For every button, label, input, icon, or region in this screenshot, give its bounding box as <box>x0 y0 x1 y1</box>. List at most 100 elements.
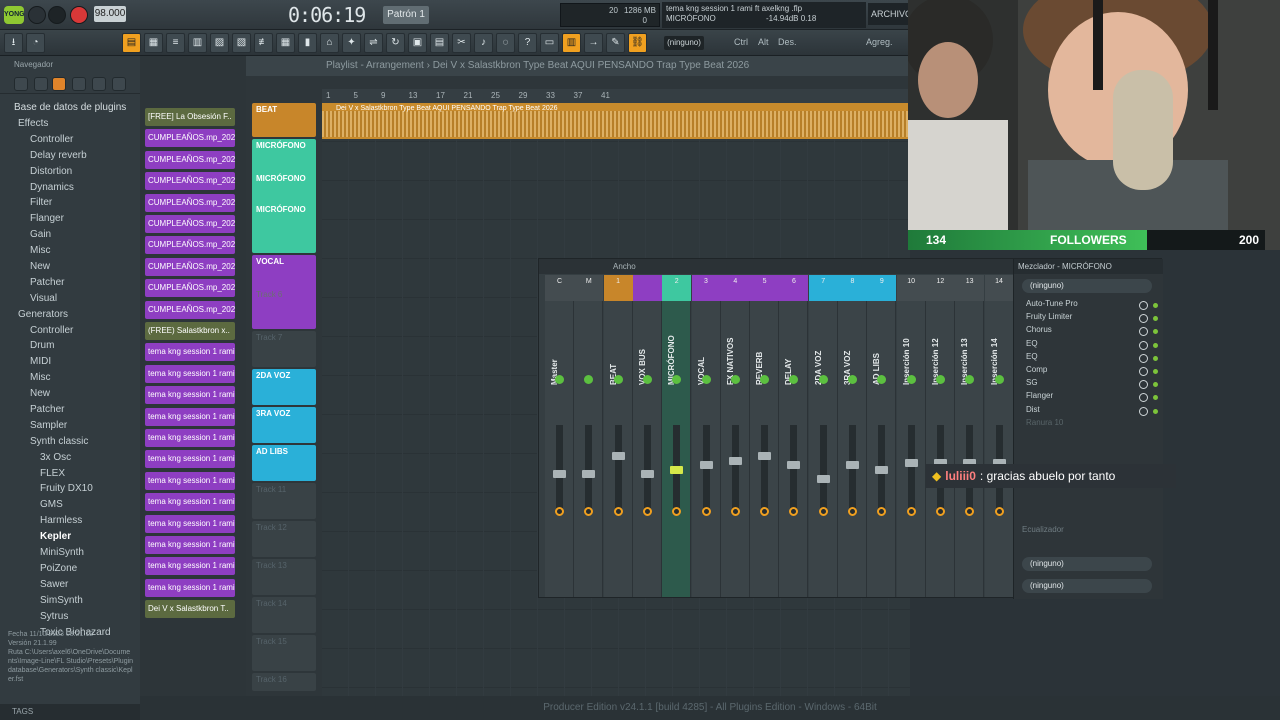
tree-item[interactable]: Generators <box>0 307 140 323</box>
fx-enable-led[interactable] <box>1153 395 1158 401</box>
send-knob[interactable] <box>642 507 652 516</box>
mixer-strip[interactable]: C Master <box>545 275 574 597</box>
send-knob[interactable] <box>555 507 564 516</box>
template-icon[interactable]: ▤ <box>430 33 449 53</box>
pan-knob[interactable] <box>818 375 828 384</box>
clip-item[interactable]: tema kng session 1 rami.. <box>145 514 235 533</box>
clip-item[interactable]: tema kng session 1 rami.. <box>145 557 235 576</box>
toolbar-ctrl[interactable]: Ctrl <box>734 37 748 47</box>
clip-item[interactable]: tema kng session 1 rami.. <box>145 450 235 469</box>
mixer-strip[interactable]: 8 3RA VOZ <box>838 275 867 597</box>
clip-item[interactable]: CUMPLEAÑOS.mp_2026-0.. <box>145 279 235 298</box>
toolbar-agreg[interactable]: Agreg. <box>866 37 893 47</box>
star-icon[interactable] <box>72 77 86 91</box>
tree-item[interactable]: Misc <box>0 370 140 386</box>
tree-item[interactable]: Sawer <box>0 577 140 593</box>
fx-slot[interactable]: Ranura 10 <box>1020 418 1160 431</box>
tree-item[interactable]: FLEX <box>0 466 140 482</box>
tree-item[interactable]: Distortion <box>0 164 140 180</box>
playlist-icon[interactable]: ⇌ <box>364 33 383 53</box>
pan-knob[interactable] <box>935 375 945 384</box>
tool-icon[interactable]: ⭳ <box>4 33 23 53</box>
fx-slot[interactable]: SG <box>1020 378 1160 391</box>
clip-item[interactable]: CUMPLEAÑOS.mp_2026-0.. <box>145 300 235 319</box>
send-knob[interactable] <box>994 507 1004 516</box>
fx-enable-led[interactable] <box>1153 382 1158 388</box>
mixer-strip[interactable]: 9 AD LIBS <box>867 275 897 597</box>
tree-item[interactable]: Sytrus <box>0 609 140 625</box>
clip-item[interactable]: tema kng session 1 rami.. <box>145 429 235 447</box>
volume-fader[interactable] <box>614 425 622 515</box>
toolbar-select[interactable]: (ninguno) <box>664 36 704 50</box>
browser-icon[interactable]: ⌂ <box>320 33 339 53</box>
mixer-strip[interactable]: 4 FX NATIVOS <box>720 275 750 597</box>
tuner-icon[interactable]: ▥ <box>562 33 581 53</box>
clip-item[interactable]: CUMPLEAÑOS.mp_2026-0.. <box>145 193 235 212</box>
volume-fader[interactable] <box>849 425 856 515</box>
tree-item[interactable]: MIDI <box>0 354 140 370</box>
fx-enable-led[interactable] <box>1153 342 1158 348</box>
pattern-song-toggle[interactable] <box>28 6 46 24</box>
tree-item[interactable]: Controller <box>0 323 140 339</box>
clip-item[interactable]: CUMPLEAÑOS.mp_2026-0.. <box>145 172 235 191</box>
tree-item[interactable]: Dynamics <box>0 180 140 196</box>
clip-item[interactable]: tema kng session 1 rami.. <box>145 343 235 362</box>
app-logo[interactable]: YONG <box>4 6 25 24</box>
fx-mix-knob[interactable] <box>1139 314 1148 324</box>
track-header[interactable]: 2DA VOZ <box>252 369 316 405</box>
volume-fader[interactable] <box>790 425 798 515</box>
metronome-icon[interactable]: ◔ <box>26 33 45 53</box>
fx-slot[interactable]: Flanger <box>1020 391 1160 404</box>
fx-slot[interactable]: Comp <box>1020 365 1160 378</box>
pan-knob[interactable] <box>701 375 711 384</box>
plugin-icon[interactable]: ✦ <box>342 33 361 53</box>
mic-icon[interactable]: ♪ <box>474 33 493 53</box>
clip-item[interactable]: tema kng session 1 rami.. <box>145 364 235 383</box>
step-icon[interactable]: ▦ <box>144 33 163 53</box>
fx-slot[interactable]: EQ <box>1020 339 1160 352</box>
volume-fader[interactable] <box>702 425 710 515</box>
fx-mix-knob[interactable] <box>1139 393 1148 403</box>
tree-item[interactable]: Visual <box>0 291 140 307</box>
track-header[interactable]: Track 12 <box>252 521 316 557</box>
fader-cap[interactable] <box>640 470 654 478</box>
tags-bar[interactable]: TAGS <box>0 704 140 720</box>
fx-enable-led[interactable] <box>1153 408 1158 414</box>
mixer-strip[interactable]: 3 VOCAL <box>691 275 721 597</box>
send-knob[interactable] <box>818 507 828 516</box>
fader-cap[interactable] <box>904 459 918 468</box>
save-icon[interactable]: ▣ <box>408 33 427 53</box>
fx-slot[interactable]: Fruity Limiter <box>1020 312 1160 325</box>
tree-item[interactable]: Gain <box>0 227 140 243</box>
fx-enable-led[interactable] <box>1153 329 1158 335</box>
piano-roll-icon[interactable]: ▮ <box>298 33 317 53</box>
fader-cap[interactable] <box>787 461 801 469</box>
fx-mix-knob[interactable] <box>1139 406 1148 416</box>
tree-item[interactable]: Flanger <box>0 211 140 227</box>
tree-item[interactable]: Delay reverb <box>0 148 140 164</box>
output-select-1[interactable]: (ninguno) <box>1022 557 1152 571</box>
file-menu[interactable]: ARCHIVO ( <box>868 3 910 25</box>
pan-knob[interactable] <box>994 375 1004 384</box>
tree-root[interactable]: Base de datos de plugins <box>14 100 126 116</box>
loop-icon[interactable]: ▧ <box>232 33 251 53</box>
tree-item[interactable]: Harmless <box>0 513 140 529</box>
track-header[interactable]: BEAT <box>252 103 316 137</box>
fader-cap[interactable] <box>582 470 596 478</box>
output-select-2[interactable]: (ninguno) <box>1022 579 1152 593</box>
pan-knob[interactable] <box>848 375 857 384</box>
mixer-strip[interactable]: 14 Inserción 14 <box>984 275 1014 597</box>
clip-item[interactable]: tema kng session 1 rami.. <box>145 471 235 490</box>
folder-icon[interactable] <box>34 77 48 91</box>
pattern-selector[interactable]: Patrón 1 <box>383 6 429 24</box>
clip-item[interactable]: tema kng session 1 rami.. <box>145 578 235 597</box>
toolbar-des[interactable]: Des. <box>778 37 797 47</box>
tempo-display[interactable]: 98.000 <box>94 6 126 22</box>
send-knob[interactable] <box>935 507 945 516</box>
fx-enable-led[interactable] <box>1153 316 1158 322</box>
back-icon[interactable] <box>14 77 28 91</box>
track-header[interactable]: Track 14 <box>252 597 316 633</box>
fx-mix-knob[interactable] <box>1139 353 1148 363</box>
fx-slot[interactable]: Dist <box>1020 405 1160 418</box>
pan-knob[interactable] <box>555 375 564 384</box>
